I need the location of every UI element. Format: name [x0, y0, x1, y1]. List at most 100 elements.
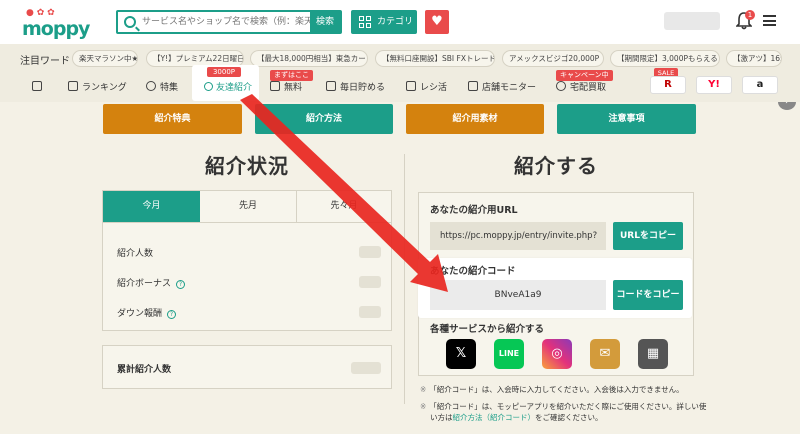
ranking-icon [68, 81, 78, 91]
nav-label: 毎日貯める [340, 83, 386, 93]
note-mark: ※ [420, 385, 427, 394]
period-tabs: 今月 先月 先々月 [102, 190, 392, 223]
stat-referrals-value [359, 246, 381, 258]
cumulative-value [351, 362, 381, 374]
tab-materials[interactable]: 紹介用素材 [406, 104, 544, 134]
stat-down: ダウン報酬? [117, 306, 177, 319]
nav-delivery[interactable]: キャンペーン中 宅配買取 [556, 70, 613, 98]
moppy-logo[interactable]: ● ✿ ✿ moppy [18, 8, 104, 40]
nav-store-monitor[interactable]: 店舗モニター [468, 78, 536, 98]
search-input[interactable] [142, 14, 312, 30]
feature-icon [146, 81, 156, 91]
stat-bonus-label: 紹介ボーナス [117, 279, 172, 289]
delivery-icon [556, 81, 566, 91]
rakuten-logo-icon[interactable]: R [650, 76, 686, 94]
nav-friend-invite[interactable]: 友達紹介 [204, 80, 252, 93]
keyword-title: 注目ワード [20, 56, 70, 67]
receipt-icon [406, 81, 416, 91]
keyword-bar: 注目ワード 楽天マラソン中★ 【Y!】プレミアム22日曜日 【最大18,000円… [0, 44, 800, 110]
instagram-icon[interactable]: ◎ [542, 339, 572, 369]
stat-bonus: 紹介ボーナス? [117, 276, 186, 289]
how-to-code-link[interactable]: 紹介方法（紹介コード） [453, 413, 536, 422]
stat-down-value [359, 306, 381, 318]
help-icon[interactable]: ? [176, 280, 186, 289]
keyword-chip[interactable]: 【最大18,000円相当】東急カード [250, 50, 368, 67]
nav-label: 店舗モニター [482, 83, 537, 93]
nav-ranking[interactable]: ランキング [68, 78, 127, 98]
help-icon[interactable]: ? [167, 310, 177, 319]
invite-code-field[interactable]: BNveA1a9 [430, 280, 606, 310]
nav-badge: まずはここ [270, 70, 313, 81]
friend-points-badge: 3000P [207, 67, 241, 77]
free-icon [270, 81, 280, 91]
tab-how-to[interactable]: 紹介方法 [255, 104, 393, 134]
invite-title: 紹介する [514, 154, 598, 178]
stat-bonus-value [359, 276, 381, 288]
note-text: 「紹介コード」は、モッピーアプリを紹介いただく際にご使用ください。詳しい使 [429, 402, 707, 411]
stat-down-label: ダウン報酬 [117, 309, 163, 319]
hamburger-menu-icon[interactable] [763, 15, 776, 26]
note-2: ※ 「紹介コード」は、モッピーアプリを紹介いただく際にご使用ください。詳しい使 [420, 401, 706, 412]
category-label: カテゴリ [377, 17, 414, 27]
yahoo-logo-icon[interactable]: Y! [696, 76, 732, 94]
nav-label: 友達紹介 [216, 83, 253, 93]
note-2b: い方は紹介方法（紹介コード）をご確認ください。 [430, 412, 603, 423]
code-label: あなたの紹介コード [430, 266, 516, 277]
nav-label: 特集 [160, 83, 179, 93]
tab-notes[interactable]: 注意事項 [557, 104, 696, 134]
keyword-chip[interactable]: アメックスビジゴ20,000P [502, 50, 604, 67]
category-grid-icon [359, 16, 371, 28]
amazon-logo-icon[interactable]: a [742, 76, 778, 94]
tab-two-months-ago[interactable]: 先々月 [297, 191, 391, 222]
search-icon [124, 16, 136, 28]
note-mark: ※ [420, 402, 427, 411]
home-icon [32, 81, 42, 91]
keyword-chip[interactable]: 【無料口座開設】SBI FXトレード [375, 50, 495, 67]
nav-label: レシ活 [420, 83, 448, 93]
nav-label: ランキング [82, 83, 127, 93]
keyword-chip[interactable]: 【激アツ】165 [726, 50, 782, 67]
nav-daily[interactable]: 毎日貯める [326, 78, 385, 98]
copy-code-button[interactable]: コードをコピー [613, 280, 683, 310]
tab-this-month[interactable]: 今月 [103, 191, 200, 222]
search-box: 検索 [116, 10, 342, 34]
note-text: をご確認ください。 [535, 413, 603, 422]
cumulative-box: 累計紹介人数 [102, 345, 392, 389]
nav-feature[interactable]: 特集 [146, 78, 178, 98]
nav-free[interactable]: まずはここ 無料 [270, 70, 313, 98]
qr-icon[interactable]: ▦ [638, 339, 668, 369]
keyword-chip[interactable]: 楽天マラソン中★ [72, 50, 138, 67]
invite-url-field[interactable] [430, 222, 606, 250]
logo-decoration-icon: ● ✿ ✿ [26, 8, 55, 18]
nav-receipt[interactable]: レシ活 [406, 78, 447, 98]
logo-text: moppy [22, 18, 90, 40]
copy-url-button[interactable]: URLをコピー [613, 222, 683, 250]
heart-icon[interactable]: ♥ [425, 10, 449, 34]
x-icon[interactable]: 𝕏 [446, 339, 476, 369]
nav-home[interactable] [32, 78, 46, 98]
note-text: 「紹介コード」は、入会時に入力してください。入会後は入力できません。 [429, 385, 684, 394]
friend-icon [204, 82, 213, 91]
stat-referrals-label: 紹介人数 [117, 249, 154, 259]
note-text: い方は [430, 413, 453, 422]
nav-label: 無料 [284, 83, 303, 93]
nav-badge: キャンペーン中 [556, 70, 613, 81]
status-title: 紹介状況 [205, 154, 289, 178]
category-button[interactable]: カテゴリ [351, 10, 417, 34]
store-monitor-icon [468, 81, 478, 91]
header: ● ✿ ✿ moppy 検索 カテゴリ ♥ 1 [0, 0, 800, 44]
nav-label: 宅配買取 [570, 83, 607, 93]
stats-table: 紹介人数 紹介ボーナス? ダウン報酬? [102, 223, 392, 331]
notification-badge: 1 [745, 10, 755, 20]
tab-last-month[interactable]: 先月 [200, 191, 296, 222]
tab-benefits[interactable]: 紹介特典 [103, 104, 242, 134]
keyword-chip[interactable]: 【期間限定】3,000Pもらえる [610, 50, 720, 67]
share-label: 各種サービスから紹介する [430, 324, 545, 335]
search-button[interactable]: 検索 [310, 12, 340, 32]
mail-icon[interactable]: ✉ [590, 339, 620, 369]
daily-icon [326, 81, 336, 91]
line-icon[interactable]: LINE [494, 339, 524, 369]
note-1: ※ 「紹介コード」は、入会時に入力してください。入会後は入力できません。 [420, 384, 684, 395]
user-points-blurred [664, 12, 720, 30]
url-label: あなたの紹介用URL [430, 205, 518, 216]
